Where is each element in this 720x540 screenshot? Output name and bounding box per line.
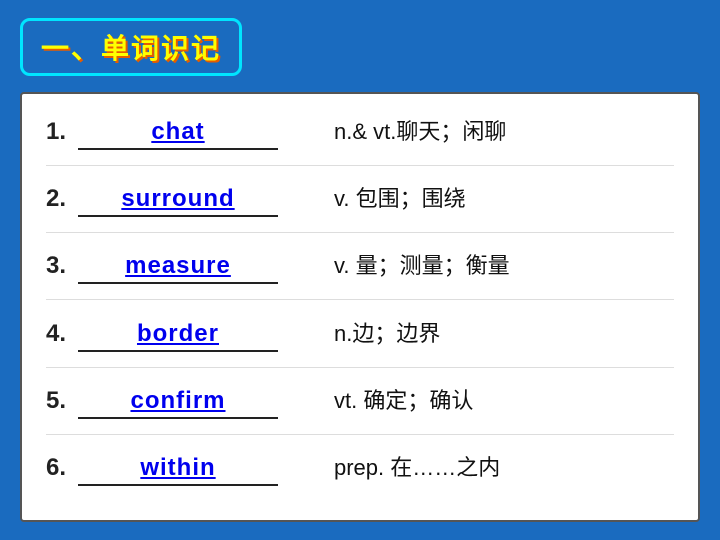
vocab-underline-4: border — [78, 320, 278, 352]
vocab-definition-2: v. 包围；围绕 — [334, 181, 466, 213]
vocab-underline-5: confirm — [78, 387, 278, 419]
vocab-row: 6. within prep. 在……之内 — [46, 450, 674, 502]
vocab-word-2: surround — [111, 185, 244, 213]
vocab-underline-6: within — [78, 454, 278, 486]
vocab-card: 1. chat n.& vt.聊天；闲聊 2. surround v. 包围；围… — [20, 92, 700, 522]
title-box: 一、单词识记 — [20, 18, 242, 76]
vocab-blank-4: border — [78, 320, 318, 352]
vocab-underline-1: chat — [78, 118, 278, 150]
vocab-definition-5: vt. 确定；确认 — [334, 383, 473, 415]
vocab-number-5: 5. — [46, 387, 76, 415]
vocab-blank-1: chat — [78, 118, 318, 150]
vocab-word-1: chat — [141, 118, 214, 146]
vocab-row: 1. chat n.& vt.聊天；闲聊 — [46, 114, 674, 166]
vocab-word-3: measure — [115, 252, 241, 280]
vocab-number-6: 6. — [46, 454, 76, 482]
vocab-number-4: 4. — [46, 320, 76, 348]
vocab-number-1: 1. — [46, 118, 76, 146]
vocab-blank-5: confirm — [78, 387, 318, 419]
vocab-number-3: 3. — [46, 252, 76, 280]
vocab-definition-3: v. 量；测量；衡量 — [334, 248, 510, 280]
vocab-blank-6: within — [78, 454, 318, 486]
vocab-underline-2: surround — [78, 185, 278, 217]
vocab-blank-2: surround — [78, 185, 318, 217]
vocab-row: 5. confirm vt. 确定；确认 — [46, 383, 674, 435]
vocab-word-5: confirm — [120, 387, 235, 415]
vocab-definition-4: n.边；边界 — [334, 316, 440, 348]
vocab-row: 3. measure v. 量；测量；衡量 — [46, 248, 674, 300]
vocab-word-4: border — [127, 320, 229, 348]
vocab-row: 2. surround v. 包围；围绕 — [46, 181, 674, 233]
vocab-word-6: within — [130, 454, 225, 482]
vocab-blank-3: measure — [78, 252, 318, 284]
vocab-definition-6: prep. 在……之内 — [334, 450, 500, 482]
vocab-underline-3: measure — [78, 252, 278, 284]
title-text: 一、单词识记 — [41, 33, 221, 64]
vocab-number-2: 2. — [46, 185, 76, 213]
vocab-row: 4. border n.边；边界 — [46, 316, 674, 368]
vocab-definition-1: n.& vt.聊天；闲聊 — [334, 114, 506, 146]
